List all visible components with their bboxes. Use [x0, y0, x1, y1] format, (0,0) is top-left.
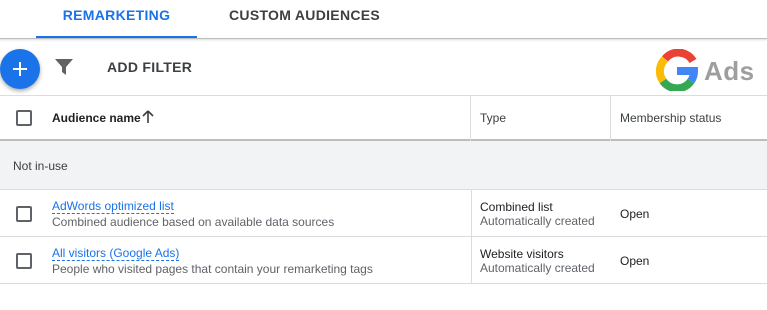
google-ads-logo-text: Ads — [704, 56, 755, 86]
group-row-not-in-use: Not in-use — [0, 141, 767, 190]
column-divider — [470, 96, 471, 141]
column-header-membership-status[interactable]: Membership status — [620, 111, 721, 125]
membership-status: Open — [620, 254, 650, 268]
active-tab-indicator — [36, 36, 197, 38]
column-divider — [610, 96, 611, 141]
audience-description: Combined audience based on available dat… — [52, 215, 335, 229]
tab-remarketing[interactable]: REMARKETING — [36, 0, 197, 38]
tab-remarketing-label: REMARKETING — [62, 7, 171, 23]
group-label: Not in-use — [13, 159, 68, 173]
column-divider — [471, 190, 472, 236]
membership-status: Open — [620, 207, 650, 221]
toolbar: ADD FILTER — [0, 39, 767, 96]
arrow-up-icon[interactable] — [142, 110, 154, 124]
table-row: AdWords optimized list Combined audience… — [0, 190, 767, 237]
row-checkbox[interactable] — [16, 253, 32, 269]
funnel-filter-icon[interactable] — [55, 59, 73, 75]
table-row: All visitors (Google Ads) People who vis… — [0, 237, 767, 284]
audience-description: People who visited pages that contain yo… — [52, 262, 373, 276]
audience-type: Website visitors — [480, 247, 564, 261]
add-audience-button[interactable] — [0, 49, 40, 89]
audience-type-subtext: Automatically created — [480, 214, 595, 228]
audience-name-link[interactable]: AdWords optimized list — [52, 199, 174, 214]
tab-custom-audiences-label: CUSTOM AUDIENCES — [229, 7, 381, 23]
add-filter-button[interactable]: ADD FILTER — [107, 59, 192, 75]
tab-custom-audiences[interactable]: CUSTOM AUDIENCES — [229, 0, 380, 38]
table-header: Audience name Type Membership status — [0, 96, 767, 141]
select-all-checkbox[interactable] — [16, 110, 32, 126]
column-divider — [471, 237, 472, 283]
audience-name-link[interactable]: All visitors (Google Ads) — [52, 246, 180, 261]
column-header-type[interactable]: Type — [480, 111, 506, 125]
column-header-audience-name[interactable]: Audience name — [52, 111, 141, 125]
audience-type-subtext: Automatically created — [480, 261, 595, 275]
row-checkbox[interactable] — [16, 206, 32, 222]
audience-type: Combined list — [480, 200, 553, 214]
tab-bar: REMARKETING CUSTOM AUDIENCES — [0, 0, 767, 39]
